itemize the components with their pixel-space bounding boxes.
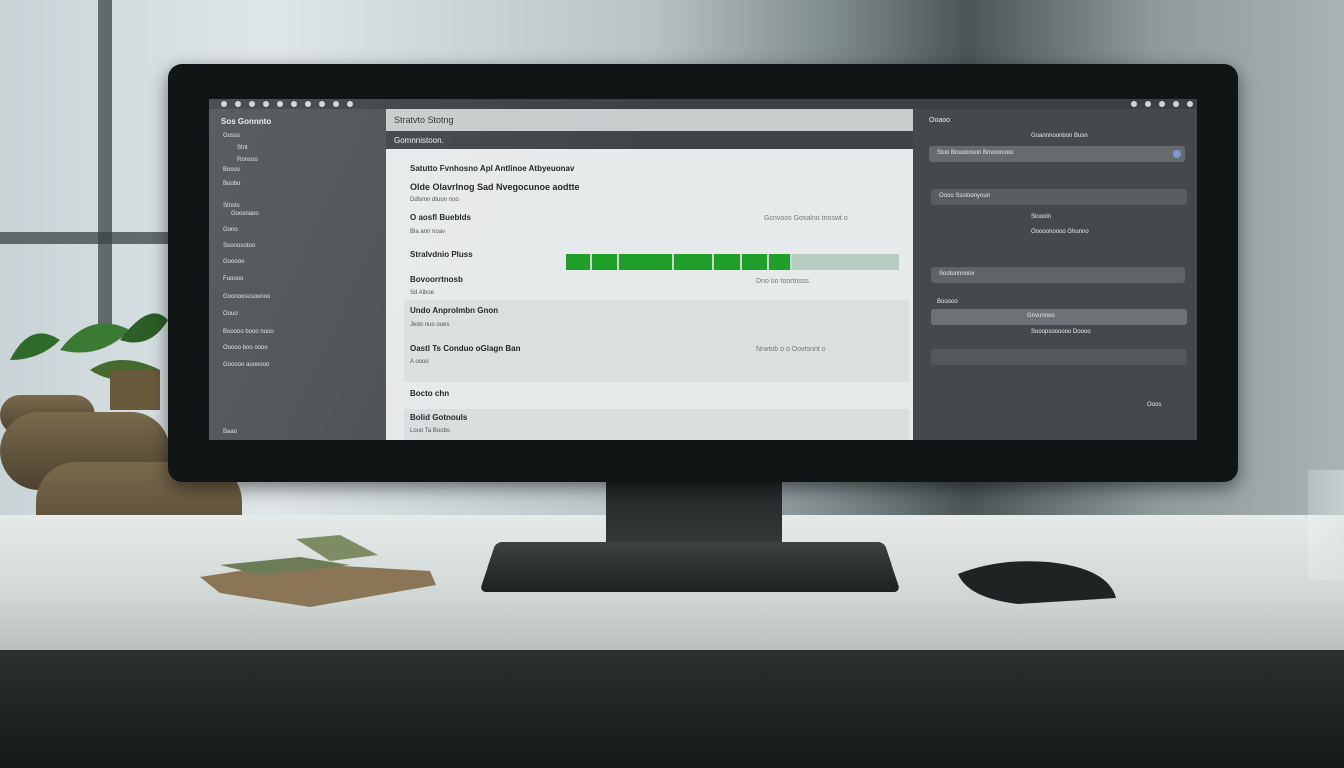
sidebar-item[interactable]: Stnt <box>237 145 248 151</box>
section-title: Gomnnistoon. <box>394 136 444 145</box>
sidebar-item[interactable]: Soonosotoo <box>223 243 255 249</box>
monitor-stand <box>606 478 782 550</box>
status-icon[interactable] <box>1187 101 1193 107</box>
sidebar-item[interactable]: Stnsts <box>223 203 240 209</box>
monitor-base <box>479 542 901 592</box>
headline: Olde Olavrlnog Sad Nvegocunoe aodtte <box>410 182 580 192</box>
panel-row[interactable]: Oooo Ssstoonyoun <box>931 189 1187 205</box>
progress-bar <box>566 254 899 270</box>
status-icon[interactable] <box>1131 101 1137 107</box>
section-meta: Dno oo toortnsss <box>756 278 809 285</box>
status-icon[interactable] <box>1173 101 1179 107</box>
panel-row-label: Stoo Bnuoooson Bnvoonooo <box>937 150 1014 156</box>
main-content: Stratvto Stotng Gomnnistoon. Satutto Fvn… <box>386 109 913 440</box>
section-meta: Nrwtob o o Oovtsnnt o <box>756 346 826 353</box>
sidebar-item[interactable]: Gono <box>223 227 238 233</box>
toolbar-icon[interactable] <box>291 101 297 107</box>
progress-segment <box>619 254 674 270</box>
glass <box>1308 470 1344 580</box>
progress-segment <box>674 254 714 270</box>
sidebar-item[interactable]: Ronsoo <box>237 157 258 163</box>
toolbar-icon[interactable] <box>305 101 311 107</box>
sidebar-item[interactable]: Goonoosusoonoo <box>223 294 270 300</box>
progress-segment <box>769 254 792 270</box>
computer-mouse <box>958 561 1116 604</box>
window-frame <box>98 0 112 330</box>
toolbar-icon[interactable] <box>263 101 269 107</box>
toolbar-icon[interactable] <box>319 101 325 107</box>
section-heading: Oastl Ts Conduo oGlagn Ban <box>410 344 521 353</box>
progress-segment <box>714 254 742 270</box>
monitor-screen: Sos Gonnnto Gosss Stnt Ronsoo Booos Boob… <box>209 99 1197 440</box>
sidebar-item[interactable]: Gooooo aoooooo <box>223 362 269 368</box>
panel-row[interactable]: Sootunnnoov <box>931 267 1185 283</box>
window-control-icon[interactable] <box>235 101 241 107</box>
sidebar-item[interactable]: Baao <box>223 429 237 435</box>
panel-label: Ooooonoooo Ghunno <box>1031 229 1089 235</box>
panel-row-label: Sootunnnoov <box>939 271 975 277</box>
panel-label: Booooo <box>937 299 958 305</box>
headline-subtext: Ddlsmn dtuon noo <box>410 197 459 203</box>
panel-label: Sloooln <box>1031 214 1052 220</box>
wallet <box>200 535 436 607</box>
sidebar-item[interactable]: Booos <box>223 167 240 173</box>
section-heading: Undo Anprolmbn Gnon <box>410 306 499 315</box>
section-heading: Bocto chn <box>410 389 450 398</box>
panel-row-label: Gnvunnoo <box>1027 313 1055 319</box>
toggle-icon[interactable] <box>1173 150 1181 158</box>
progress-segment <box>566 254 592 270</box>
panel-heading: Ooaoo <box>929 117 951 124</box>
card: Undo Anprolmbn Gnon Jedo nuo oues Oastl … <box>404 300 909 382</box>
section-heading: Bolid Gotnouls <box>410 413 468 422</box>
section-heading: Bovoorrtnosb <box>410 275 463 284</box>
sidebar-item[interactable]: Gosss <box>223 133 240 139</box>
panel-row[interactable]: Stoo Bnuoooson Bnvoonooo <box>929 146 1185 162</box>
section-subtext: Bla ann noav <box>410 229 446 235</box>
sidebar-item[interactable]: Boobo <box>223 181 240 187</box>
panel-row[interactable] <box>931 349 1187 365</box>
plant <box>10 313 168 410</box>
window-control-icon[interactable] <box>221 101 227 107</box>
window-frame-crossbar <box>0 232 168 244</box>
section-meta: Gcnvoos Gosalno tnoswt o <box>764 215 848 222</box>
toolbar-icon[interactable] <box>333 101 339 107</box>
sidebar-item[interactable]: Fuoooo <box>223 276 243 282</box>
status-icon[interactable] <box>1145 101 1151 107</box>
section-subtext: Sd Alboe <box>410 290 435 296</box>
sidebar-item[interactable]: Oouo <box>223 311 238 317</box>
progress-segment <box>592 254 619 270</box>
section-bar: Gomnnistoon. <box>386 131 913 149</box>
title-bar: Stratvto Stotng <box>386 109 913 131</box>
progress-label: Stralvdnio Pluss <box>410 250 473 259</box>
panel-row-label: Oooo Ssstoonyoun <box>939 193 991 199</box>
headline: Satutto Fvnhosno Apl Antlinoe Atbyeuonav <box>410 164 575 173</box>
panel-row[interactable]: Gnvunnoo <box>931 309 1187 325</box>
panel-footer: Ooos <box>1147 402 1162 408</box>
status-icon[interactable] <box>1159 101 1165 107</box>
sidebar-item[interactable]: Goosnaoo <box>231 211 259 217</box>
toolbar-icon[interactable] <box>277 101 283 107</box>
progress-segment <box>742 254 769 270</box>
sidebar: Sos Gonnnto Gosss Stnt Ronsoo Booos Boob… <box>209 109 386 440</box>
card: Bolid Gotnouls Louo Ta Boobs <box>404 409 909 440</box>
page-title: Stratvto Stotng <box>394 115 454 125</box>
sidebar-heading: Sos Gonnnto <box>221 117 272 126</box>
panel-label: Goannnoonbon Busn <box>1031 133 1088 139</box>
sidebar-item[interactable]: Gooooo <box>223 259 244 265</box>
section-subtext: A oooo <box>410 359 429 365</box>
panel-label: Sooopsoooooo Doooo <box>1031 329 1091 335</box>
sidebar-item[interactable]: Ooooo boo oooo <box>223 345 268 351</box>
section-subtext: Jedo nuo oues <box>410 322 450 328</box>
screen-topbar <box>209 99 1197 109</box>
right-panel: Ooaoo Stoo Bnuoooson Bnvoonooo Goannnoon… <box>913 109 1197 440</box>
window-control-icon[interactable] <box>249 101 255 107</box>
section-subtext: Louo Ta Boobs <box>410 428 450 434</box>
desk-front <box>0 650 1344 768</box>
sidebar-item[interactable]: Booooo booo nuoo <box>223 329 274 335</box>
section-heading: O aosfl Bueblds <box>410 213 471 222</box>
toolbar-icon[interactable] <box>347 101 353 107</box>
